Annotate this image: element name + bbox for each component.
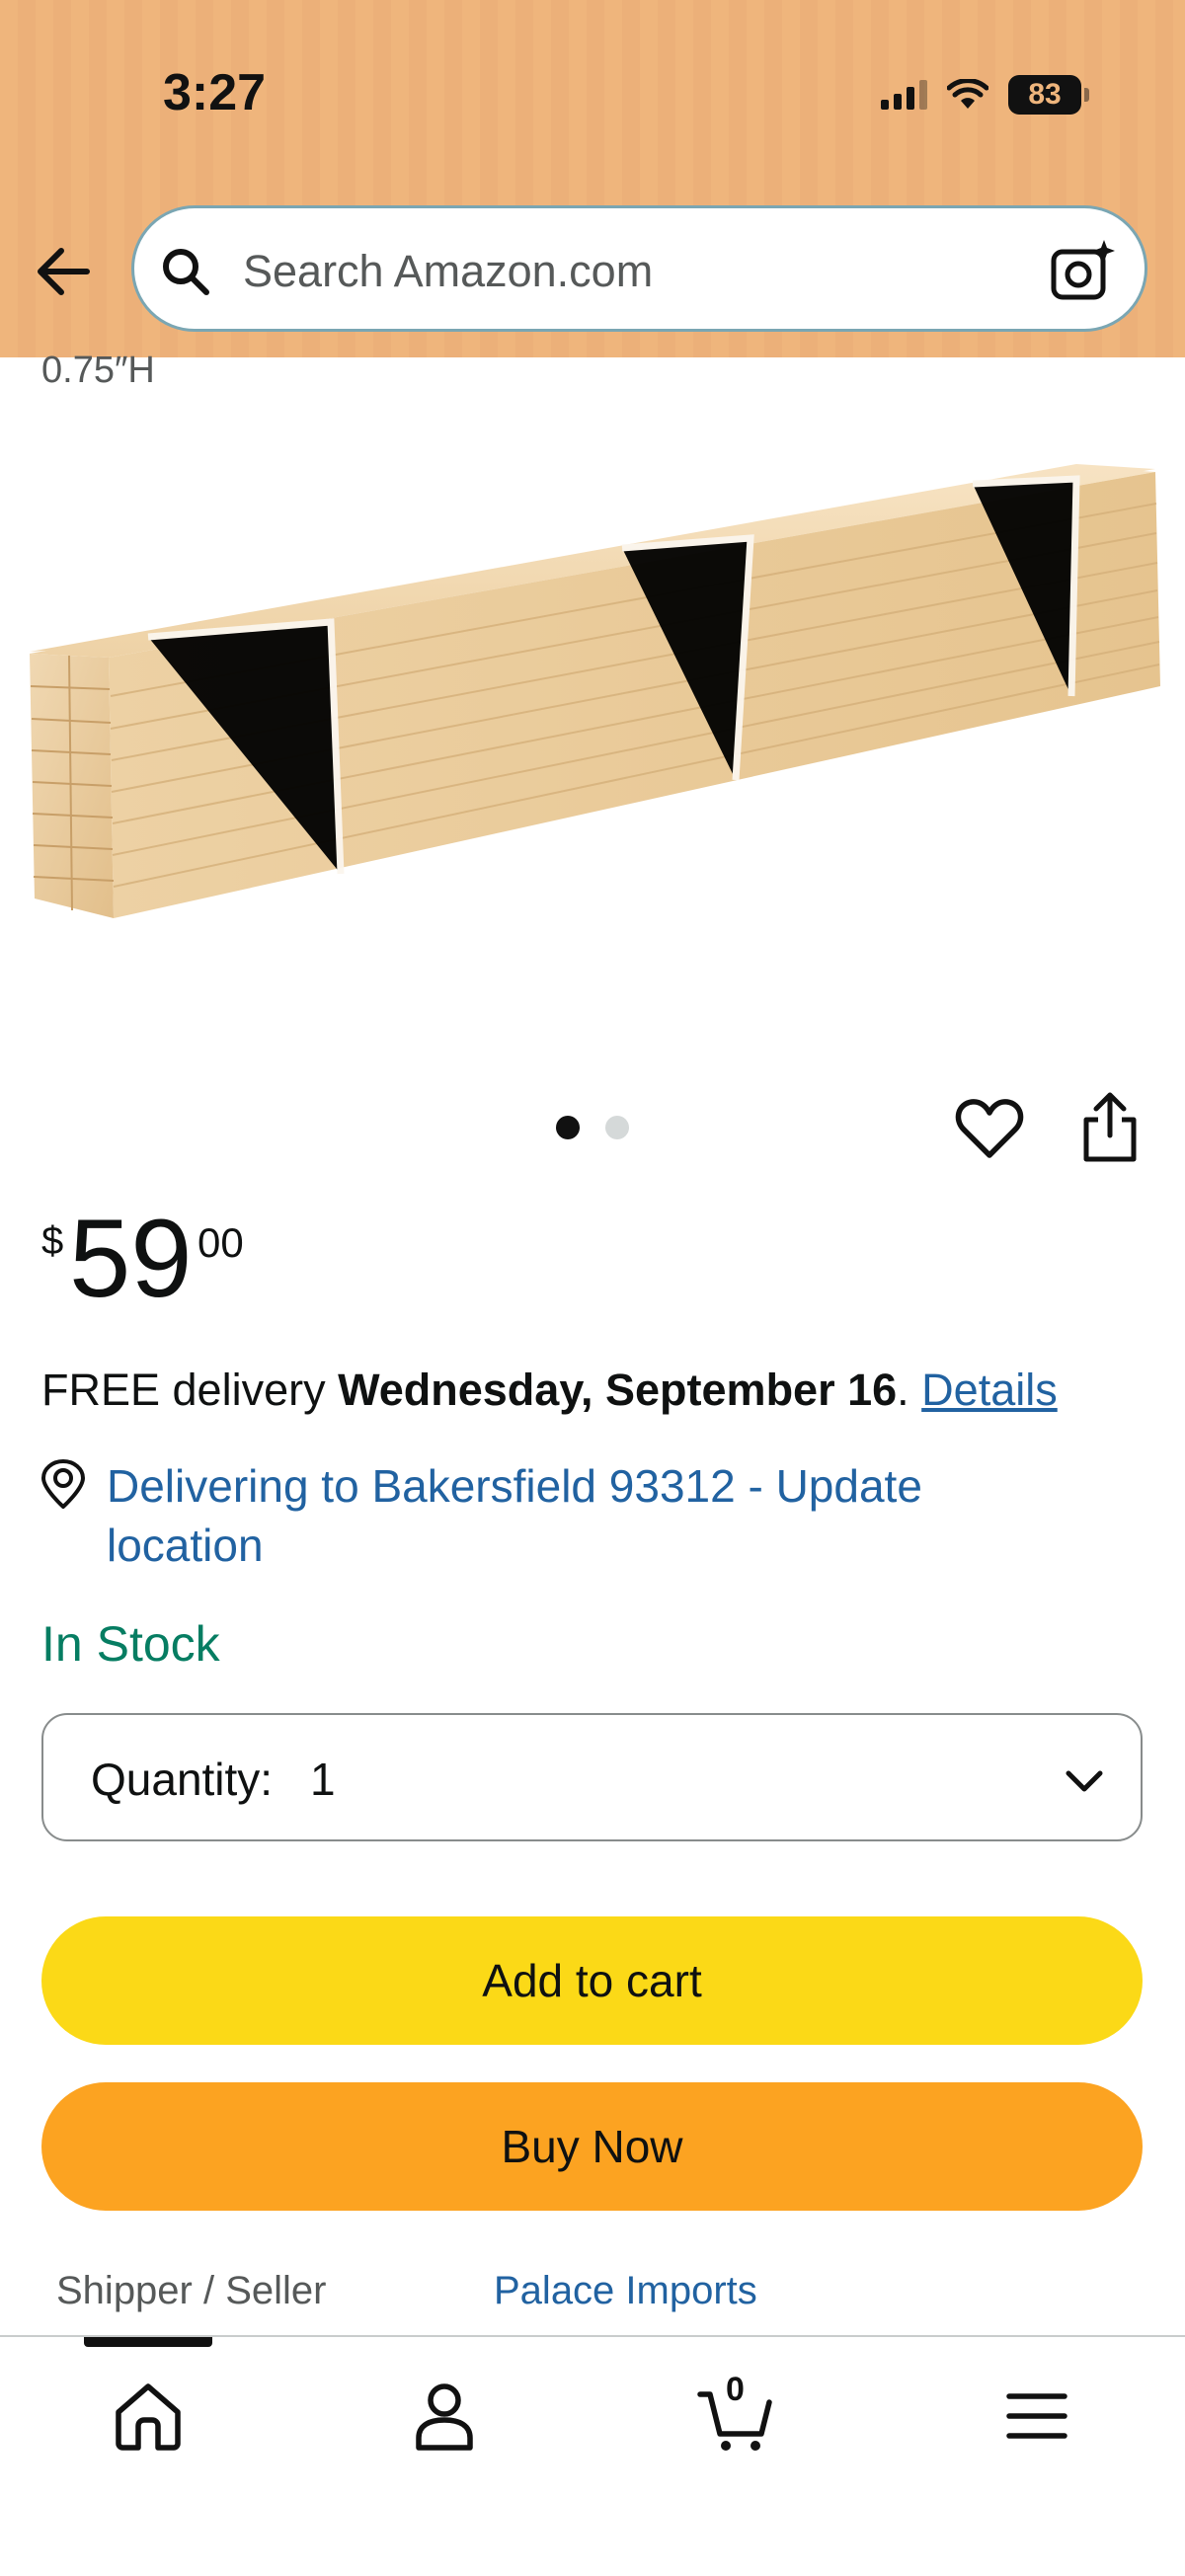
battery-icon: 83 [1008, 75, 1089, 115]
home-icon[interactable] [109, 2377, 188, 2456]
camera-lens-icon[interactable] [1048, 236, 1117, 305]
quantity-select[interactable]: Quantity: 1 [41, 1713, 1143, 1841]
wifi-icon [947, 79, 988, 109]
search-placeholder: Search Amazon.com [243, 246, 654, 296]
search-input[interactable]: Search Amazon.com [131, 205, 1147, 332]
buy-now-button[interactable]: Buy Now [41, 2082, 1143, 2211]
back-arrow-icon[interactable] [30, 237, 99, 306]
delivery-info: FREE delivery Wednesday, September 16. D… [41, 1365, 1058, 1416]
seller-label: Shipper / Seller [56, 2269, 327, 2312]
header: 3:27 83 Search Amazon.com [0, 0, 1185, 357]
price-symbol: $ [41, 1219, 64, 1263]
signal-icon [881, 80, 927, 110]
quantity-label: Quantity: [91, 1754, 274, 1805]
price-fraction: 00 [198, 1219, 244, 1266]
status-time: 3:27 [163, 64, 267, 121]
menu-icon[interactable] [997, 2377, 1076, 2456]
carousel-indicator [556, 1116, 629, 1139]
active-tab-indicator [84, 2337, 212, 2347]
stock-status: In Stock [41, 1616, 220, 1672]
delivery-details-link[interactable]: Details [921, 1365, 1058, 1415]
cart-nav-item[interactable]: 0 [696, 2371, 775, 2456]
delivery-date: Wednesday, September 16 [338, 1365, 898, 1415]
carousel-dot-active[interactable] [556, 1116, 580, 1139]
search-icon [163, 249, 209, 295]
chevron-down-icon [1066, 1770, 1103, 1792]
status-icons: 83 [881, 73, 1089, 117]
update-location-link[interactable]: Delivering to Bakersfield 93312 - Update… [107, 1456, 1074, 1575]
delivery-separator: . [897, 1365, 922, 1415]
heart-icon[interactable] [954, 1094, 1025, 1165]
quantity-value: 1 [310, 1754, 336, 1805]
bottom-nav: 0 [0, 2335, 1185, 2576]
share-icon[interactable] [1078, 1090, 1142, 1165]
carousel-dot[interactable] [605, 1116, 629, 1139]
cart-count-badge: 0 [726, 2371, 745, 2408]
seller-link[interactable]: Palace Imports [494, 2269, 757, 2313]
account-icon[interactable] [405, 2377, 484, 2456]
location-pin-icon [41, 1459, 85, 1509]
delivery-prefix: FREE delivery [41, 1365, 339, 1415]
product-image[interactable] [30, 464, 1160, 958]
add-to-cart-button[interactable]: Add to cart [41, 1916, 1143, 2045]
price-whole: 59 [69, 1197, 193, 1320]
product-spec-text: 0.75″H [41, 350, 155, 391]
